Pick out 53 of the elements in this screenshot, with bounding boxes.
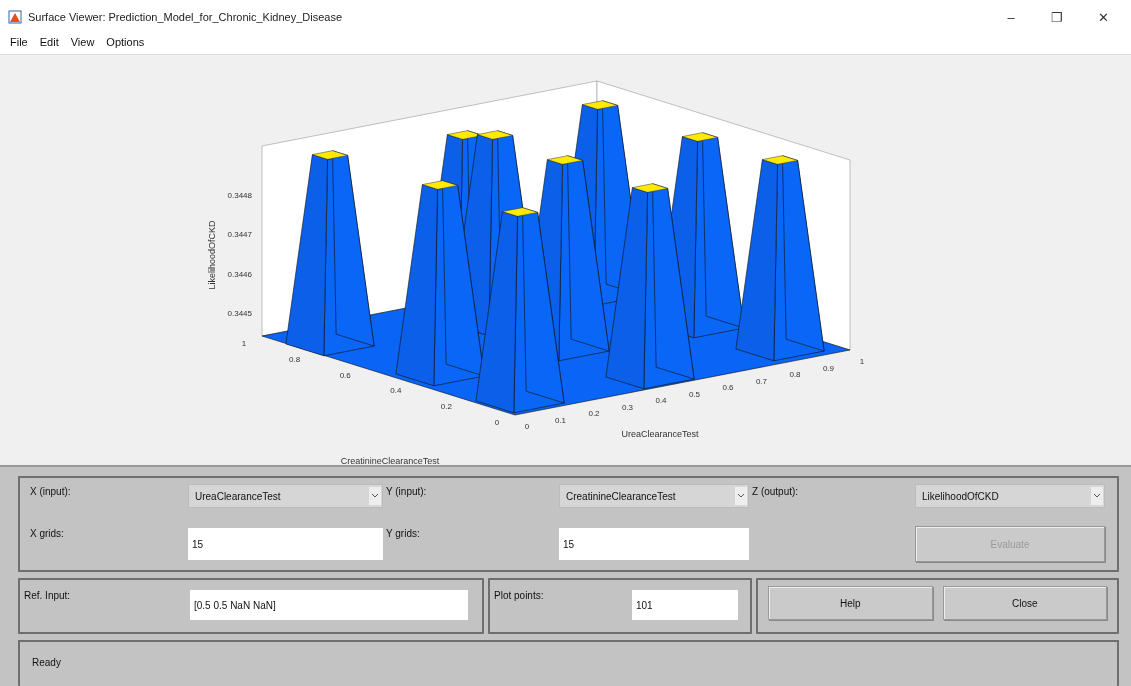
x-tick-label: 1 [859,357,865,366]
window-control[interactable]: – [991,2,1031,32]
z-tick-label: 0.3445 [227,309,252,318]
input-field[interactable]: 15 [188,528,383,560]
x-tick-label: 0.2 [588,409,600,418]
status-text: Ready [32,657,61,668]
caret-icon [369,487,381,505]
x-tick-label: 0.1 [554,415,567,425]
input-field[interactable]: [0.5 0.5 NaN NaN] [190,590,468,620]
y-tick-label: 0 [494,418,500,427]
z-tick-label: 0.3448 [227,191,252,201]
input-field[interactable]: 101 [632,590,738,620]
y-tick-label: 0.8 [289,354,301,364]
x-axis-label: UreaClearanceTest [621,429,699,439]
dropdown[interactable]: LikelihoodOfCKD [915,484,1105,508]
x-tick-label: 0.3 [621,402,634,412]
y-tick-label: 0.4 [390,386,402,396]
z-tick-label: 0.3446 [227,269,252,279]
caret-icon [1091,487,1103,505]
field-label: Z (output): [752,485,800,497]
x-tick-label: 0.4 [655,396,667,405]
menu-item[interactable]: View [66,34,99,54]
dialog-button[interactable]: Close [942,586,1107,620]
field-label: Plot points: [494,589,545,603]
window-control[interactable]: ❐ [1037,2,1077,32]
dropdown[interactable]: CreatinineClearanceTest [559,484,749,508]
field-label: X (input): [30,485,72,497]
y-axis-label: CreatinineClearanceTest [340,456,440,465]
dropdown[interactable]: UreaClearanceTest [188,484,383,508]
x-tick-label: 0.5 [688,389,701,399]
field-label: Ref. Input: [24,589,72,603]
field-label: Y grids: [386,527,421,539]
menu-item[interactable]: Options [102,34,149,54]
y-tick-label: 0.2 [440,402,452,412]
y-tick-label: 1 [241,339,247,348]
window-title: Surface Viewer: Prediction_Model_for_Chronic_Kidney_Disease [28,11,344,23]
field-label: Y (input): [386,485,428,497]
x-tick-label: 0.9 [822,363,835,373]
input-field[interactable]: 15 [559,528,749,560]
z-tick-label: 0.3447 [227,230,252,240]
dialog-button[interactable]: Help [768,586,933,620]
y-tick-label: 0.6 [339,370,351,380]
x-tick-label: 0.8 [789,370,801,379]
x-tick-label: 0.6 [722,383,734,392]
menu-item[interactable]: Edit [35,34,63,54]
field-label: X grids: [30,527,65,539]
x-tick-label: 0.7 [755,376,768,386]
caret-icon [735,487,747,505]
z-axis-label: LikelihoodOfCKD [207,220,217,290]
x-tick-label: 0 [524,422,530,431]
window-control[interactable]: ✕ [1083,2,1123,32]
app-icon [8,10,22,24]
menu-item[interactable]: File [6,34,32,54]
